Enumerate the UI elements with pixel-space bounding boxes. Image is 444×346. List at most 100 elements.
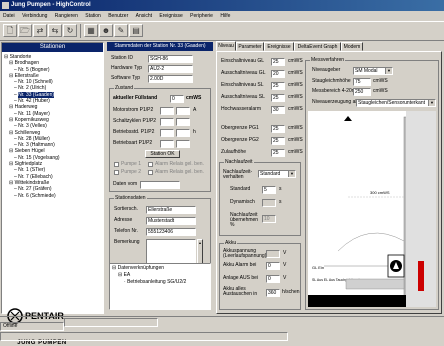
level-reference-select[interactable]: Staugleichen/Sensorunterkant ▼ (356, 99, 436, 107)
data-links-tree: ⊟ Datenverknüpfungen ⊟ EA · Betriebsanle… (109, 263, 211, 310)
switch-cycles-p1[interactable] (160, 118, 174, 126)
station-tree: ⊟ Standorte ⊟ Brodhagen – Nr. 5 (Bogner) ⊟ … (4, 54, 60, 199)
backpressure-field[interactable]: 75 (353, 78, 371, 86)
dynamic-label: Dynamisch (230, 199, 255, 205)
battery-title: Akku (224, 240, 238, 247)
menu-benutzer[interactable]: Benutzer (108, 13, 128, 19)
remark-field[interactable] (146, 239, 196, 265)
motor-current-p2[interactable] (176, 107, 190, 115)
phone-field[interactable]: 555123406 (146, 228, 196, 236)
motor-current-p1[interactable] (160, 107, 174, 115)
title-bar: Jung Pumpen - HighControl (0, 0, 444, 11)
menu-station[interactable]: Station (85, 13, 101, 19)
upper-limit-pg2-unit: cmWS (288, 137, 303, 143)
battery-voltage-field[interactable] (266, 250, 280, 258)
battery-replace-field[interactable]: 360 (266, 289, 280, 297)
level-field[interactable]: 25 (271, 82, 285, 90)
operating-hours-p1[interactable] (160, 129, 174, 137)
alarm2-checkbox[interactable] (148, 170, 153, 175)
disconnect-icon[interactable]: ⇆ (48, 24, 62, 37)
station-id-field[interactable]: SGH-86 (148, 55, 193, 63)
menu-rangieren[interactable]: Rangieren (55, 13, 78, 19)
run-on-behavior-value: Standard (260, 171, 281, 177)
events-icon[interactable]: ✎ (114, 24, 128, 37)
level-label: Hochwasseralarm (221, 106, 262, 112)
status-cell-2 (64, 318, 158, 327)
measuring-range-field[interactable]: 250 (353, 88, 371, 96)
tree-station-item[interactable]: – Nr. 6 (Schmiede) (4, 193, 60, 199)
level-field[interactable]: 25 (271, 94, 285, 102)
level-label: Einschaltniveau SL (221, 82, 264, 88)
tree-item-label: Nr. 11 (Mayer) (18, 110, 50, 117)
tree-item-label: Standorte (9, 54, 32, 60)
chevron-down-icon: ▼ (385, 68, 392, 74)
switch-cycles-p2[interactable] (176, 118, 190, 126)
data-links-root[interactable]: ⊟ Datenverknüpfungen (112, 265, 164, 272)
data-from-field[interactable] (140, 181, 180, 189)
software-type-field[interactable]: 2.00D (148, 75, 193, 83)
tab-parameter[interactable]: Parameter (236, 42, 264, 51)
address-field[interactable]: Musterstadt (146, 217, 196, 225)
tab-deltaevent-graph[interactable]: DeltaEvent Graph (294, 42, 341, 51)
dynamic-field[interactable] (262, 199, 276, 207)
level-unit: cmWS (288, 94, 303, 100)
tree-item-label: Nr. 3 (Velles) (18, 123, 47, 130)
system-off-field[interactable]: 0 (266, 275, 280, 283)
upper-limit-pg1-field[interactable]: 25 (271, 125, 285, 133)
data-links-manual[interactable]: · Betriebsanleitung SG/U2/2 (124, 279, 186, 286)
graph-icon[interactable]: ▤ (129, 24, 143, 37)
data-links-ea[interactable]: ⊟ EA (118, 272, 130, 279)
software-type-label: Software Typ (111, 75, 141, 81)
pump1-checkbox[interactable] (114, 162, 119, 167)
operating-mode-p1[interactable] (160, 140, 174, 148)
tree-item-label: Nr. 1 (STier) (18, 167, 46, 174)
remark-scrollbar[interactable]: ▴ (197, 239, 203, 265)
connect-icon[interactable]: ⇄ (33, 24, 47, 37)
menu-peripherie[interactable]: Peripherie (190, 13, 213, 19)
level-300-label: 300 cmWS (370, 190, 390, 195)
hardware-type-field[interactable]: AU2-2 (148, 65, 193, 73)
inlet-height-field[interactable]: 25 (271, 149, 285, 157)
refresh-icon[interactable]: ↻ (63, 24, 77, 37)
run-on-behavior-select[interactable]: Standard ▼ (258, 170, 296, 178)
operating-mode-p2[interactable] (176, 140, 190, 148)
alarm1-checkbox[interactable] (148, 162, 153, 167)
menu-verbindung[interactable]: Verbindung (22, 13, 47, 19)
tree-item-label: Sieben Hügel (14, 148, 45, 155)
tree-item-label: Haderweg (14, 104, 38, 111)
run-on-take-over-field[interactable]: 10 (262, 215, 276, 223)
stations-panel: Stationen ⊟ Standorte ⊟ Brodhagen – Nr. 5 … (1, 42, 104, 346)
standard-field[interactable]: 5 (262, 186, 276, 194)
sort-field[interactable]: Ellerstraße (146, 206, 196, 214)
level-field[interactable]: 20 (271, 70, 285, 78)
tree-item-label: Nr. 27 (Gräfen) (18, 186, 52, 193)
tree-item-label: Brodhagen (14, 60, 40, 67)
tree-item-label: Nr. 5 (Bogner) (18, 66, 50, 73)
fill-level-field[interactable]: 0 (170, 95, 184, 103)
station-icon[interactable]: ▦ (84, 24, 98, 37)
measurement-title: Messverfahren (310, 57, 346, 64)
switch-cycles-label: Schaltzyklen P1/P2 (113, 118, 157, 124)
level-field[interactable]: 30 (271, 106, 285, 114)
open-icon[interactable]: 🗁 (18, 24, 32, 37)
data-links-root-label: Datenverknüpfungen (117, 265, 165, 271)
operating-hours-p2[interactable] (176, 129, 190, 137)
menu-datei[interactable]: Datei (3, 13, 15, 19)
user-icon[interactable]: ☻ (99, 24, 113, 37)
application-window: Jung Pumpen - HighControl Datei Verbindu… (0, 0, 444, 346)
pump2-checkbox[interactable] (114, 170, 119, 175)
tab-ereignisse[interactable]: Ereignisse (264, 42, 294, 51)
new-icon[interactable]: 🗋 (3, 24, 17, 37)
upper-limit-pg2-field[interactable]: 25 (271, 137, 285, 145)
battery-alarm-field[interactable]: 0 (266, 262, 280, 270)
tab-niveau[interactable]: Niveau (216, 41, 236, 51)
tree-item-label: Nr. 10 (Schnell) (18, 79, 53, 86)
menu-ansicht[interactable]: Ansicht (136, 13, 152, 19)
level-sensor-select[interactable]: SM Modal ▼ (353, 67, 393, 75)
menu-ereignisse[interactable]: Ereignisse (159, 13, 182, 19)
zustand-title: Zustand (114, 85, 135, 92)
tab-modem[interactable]: Modem (341, 42, 363, 51)
level-field[interactable]: 25 (271, 58, 285, 66)
menu-hilfe[interactable]: Hilfe (220, 13, 230, 19)
battery-replace-unit: h/schen (282, 289, 300, 295)
